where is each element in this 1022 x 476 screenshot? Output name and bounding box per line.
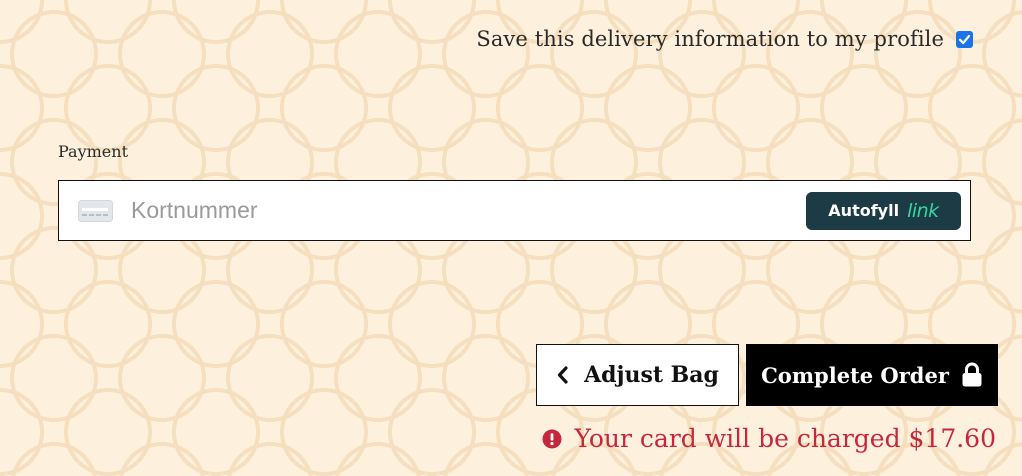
payment-section-label: Payment (58, 142, 128, 161)
lock-icon (962, 362, 982, 387)
save-delivery-label[interactable]: Save this delivery information to my pro… (476, 27, 944, 51)
save-delivery-checkbox[interactable] (956, 30, 973, 48)
adjust-bag-button[interactable]: Adjust Bag (536, 344, 739, 406)
card-number-field[interactable]: Autofyll link (58, 180, 971, 241)
charge-notice: Your card will be charged $17.60 (542, 424, 996, 453)
checkmark-icon (958, 34, 971, 44)
chevron-left-icon (557, 366, 568, 384)
autofill-label: Autofyll (828, 201, 900, 220)
adjust-bag-label: Adjust Bag (584, 362, 719, 388)
credit-card-icon (78, 199, 113, 222)
charge-notice-text: Your card will be charged $17.60 (574, 424, 996, 453)
alert-circle-icon (542, 429, 562, 448)
complete-order-button[interactable]: Complete Order (746, 344, 998, 406)
autofill-link-button[interactable]: Autofyll link (806, 191, 961, 230)
card-number-input[interactable] (129, 196, 806, 225)
link-logo: link (907, 199, 939, 222)
save-delivery-row[interactable]: Save this delivery information to my pro… (476, 27, 973, 51)
complete-order-label: Complete Order (761, 362, 949, 388)
